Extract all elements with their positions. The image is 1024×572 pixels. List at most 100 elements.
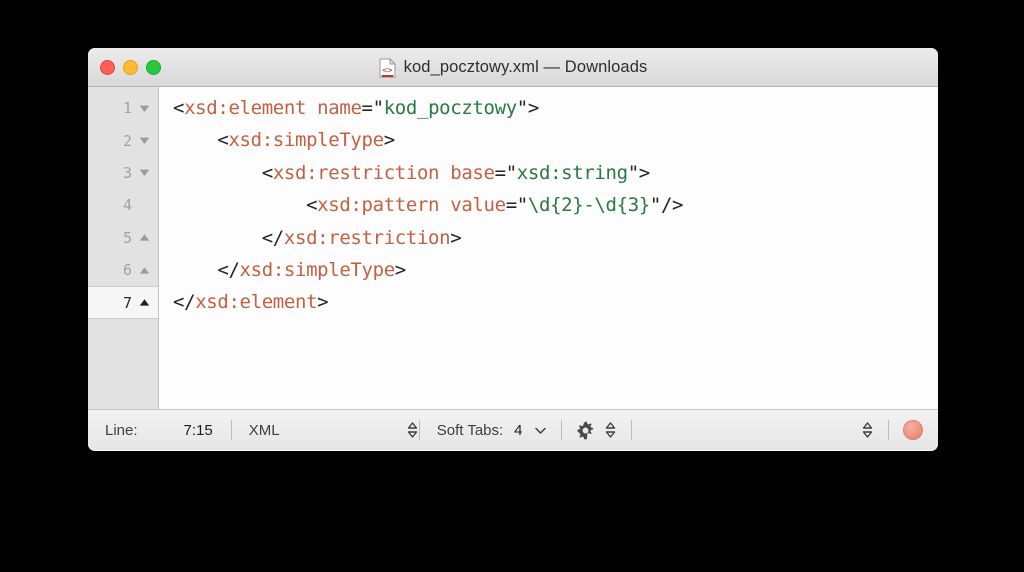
code-line-5[interactable]: </xsd:restriction>	[173, 222, 938, 254]
fold-collapse-icon[interactable]	[138, 134, 151, 147]
code-content[interactable]: <xsd:element name="kod_pocztowy"> <xsd:s…	[159, 87, 938, 409]
token-val: \d{2}-\d{3}	[527, 194, 650, 217]
line-number: 6	[122, 261, 132, 280]
token-punct: <	[173, 129, 229, 152]
syntax-mode-control[interactable]: XML	[232, 410, 419, 451]
window-title-group: <> kod_pocztowy.xml — Downloads	[88, 48, 938, 87]
line-indicator[interactable]: Line: 7:15	[88, 410, 213, 451]
token-punct: </	[173, 258, 240, 281]
line-number: 7	[122, 293, 132, 312]
status-bar: Line: 7:15 XML Soft Tabs: 4	[88, 409, 938, 450]
gutter-line-2[interactable]: 2	[88, 124, 158, 156]
token-punct	[439, 162, 450, 184]
token-punct: <	[173, 97, 185, 119]
line-number: 4	[122, 196, 132, 215]
token-eq: =	[505, 194, 517, 217]
token-punct: <	[173, 194, 318, 217]
chevron-down-icon[interactable]	[534, 426, 547, 435]
token-punct: </	[173, 291, 196, 314]
token-punct: >	[450, 226, 462, 249]
fold-placeholder	[138, 199, 151, 212]
token-attr: name	[317, 97, 362, 119]
gear-icon[interactable]	[576, 421, 595, 440]
line-number: 5	[122, 228, 132, 247]
token-val: xsd:string	[516, 161, 628, 184]
code-line-3[interactable]: <xsd:restriction base="xsd:string">	[173, 157, 938, 189]
token-punct: >	[317, 291, 329, 314]
token-attr: value	[450, 194, 506, 217]
window-title: kod_pocztowy.xml — Downloads	[403, 58, 648, 76]
token-quote: "	[505, 161, 517, 184]
close-button[interactable]	[100, 60, 115, 75]
soft-tabs-value: 4	[514, 421, 523, 439]
window-controls	[100, 60, 161, 75]
fold-collapse-icon[interactable]	[138, 102, 151, 115]
minimize-button[interactable]	[123, 60, 138, 75]
token-punct: >	[394, 258, 406, 281]
token-punct	[439, 194, 450, 216]
window-titlebar[interactable]: <> kod_pocztowy.xml — Downloads	[88, 48, 938, 87]
gutter-line-3[interactable]: 3	[88, 157, 158, 189]
editor-area: 1234567 <xsd:element name="kod_pocztowy"…	[88, 87, 938, 409]
token-quote: "	[372, 97, 384, 119]
svg-text:<>: <>	[382, 66, 392, 76]
code-line-2[interactable]: <xsd:simpleType>	[173, 124, 938, 156]
fold-expand-icon[interactable]	[138, 264, 151, 277]
gutter-line-7[interactable]: 7	[88, 286, 158, 319]
line-value: 7:15	[183, 421, 213, 439]
maximize-button[interactable]	[146, 60, 161, 75]
line-label: Line:	[105, 421, 138, 439]
code-line-4[interactable]: <xsd:pattern value="\d{2}-\d{3}"/>	[173, 189, 938, 221]
fold-expand-icon[interactable]	[138, 231, 151, 244]
token-punct: >	[383, 129, 395, 152]
code-line-1[interactable]: <xsd:element name="kod_pocztowy">	[173, 92, 938, 124]
soft-tabs-label: Soft Tabs:	[436, 421, 504, 439]
token-tag: xsd:restriction	[283, 226, 451, 249]
xml-document-icon: <>	[379, 57, 396, 78]
syntax-mode-stepper-icon[interactable]	[406, 420, 419, 440]
fold-expand-icon[interactable]	[138, 296, 151, 309]
token-quote: "	[649, 194, 661, 217]
token-tag: xsd:element	[195, 291, 318, 314]
token-tag: xsd:restriction	[272, 161, 440, 184]
token-tag: xsd:pattern	[317, 194, 440, 217]
code-line-6[interactable]: </xsd:simpleType>	[173, 254, 938, 286]
desktop-background: <> kod_pocztowy.xml — Downloads 1234567 …	[0, 0, 1024, 572]
overflow-stepper-control[interactable]	[861, 410, 874, 451]
gutter-line-4[interactable]: 4	[88, 189, 158, 221]
gutter-line-1[interactable]: 1	[88, 92, 158, 124]
settings-control[interactable]	[562, 410, 617, 451]
syntax-mode-label: XML	[248, 421, 280, 439]
line-number: 2	[122, 131, 132, 150]
line-number-gutter[interactable]: 1 2 3 4 5 6 7	[88, 87, 159, 409]
token-quote: "	[627, 161, 639, 184]
token-val: kod_pocztowy	[383, 97, 517, 119]
code-line-7[interactable]: </xsd:element>	[173, 286, 938, 318]
token-punct: </	[173, 226, 285, 249]
token-punct: >	[527, 97, 539, 119]
token-eq: =	[494, 161, 506, 184]
token-quote: "	[516, 194, 528, 217]
text-editor-window: <> kod_pocztowy.xml — Downloads 1234567 …	[88, 48, 938, 451]
token-attr: base	[450, 161, 495, 184]
gutter-line-5[interactable]: 5	[88, 222, 158, 254]
token-punct	[306, 97, 317, 119]
line-number: 1	[122, 99, 132, 118]
token-quote: "	[516, 97, 528, 119]
fold-collapse-icon[interactable]	[138, 166, 151, 179]
unsaved-changes-dot-icon[interactable]	[903, 420, 923, 440]
status-separator	[630, 420, 632, 440]
overflow-stepper-icon[interactable]	[861, 420, 874, 440]
token-punct: >	[638, 161, 650, 184]
save-indicator-control[interactable]	[889, 410, 938, 451]
token-tag: xsd:simpleType	[228, 129, 384, 152]
gutter-line-6[interactable]: 6	[88, 254, 158, 286]
token-punct: />	[660, 194, 684, 217]
line-number: 3	[122, 163, 132, 182]
token-tag: xsd:simpleType	[239, 258, 396, 281]
soft-tabs-control[interactable]: Soft Tabs: 4	[420, 410, 547, 451]
token-punct: <	[173, 161, 273, 184]
token-eq: =	[361, 97, 373, 119]
settings-stepper-icon[interactable]	[604, 420, 617, 440]
token-tag: xsd:element	[184, 97, 307, 119]
